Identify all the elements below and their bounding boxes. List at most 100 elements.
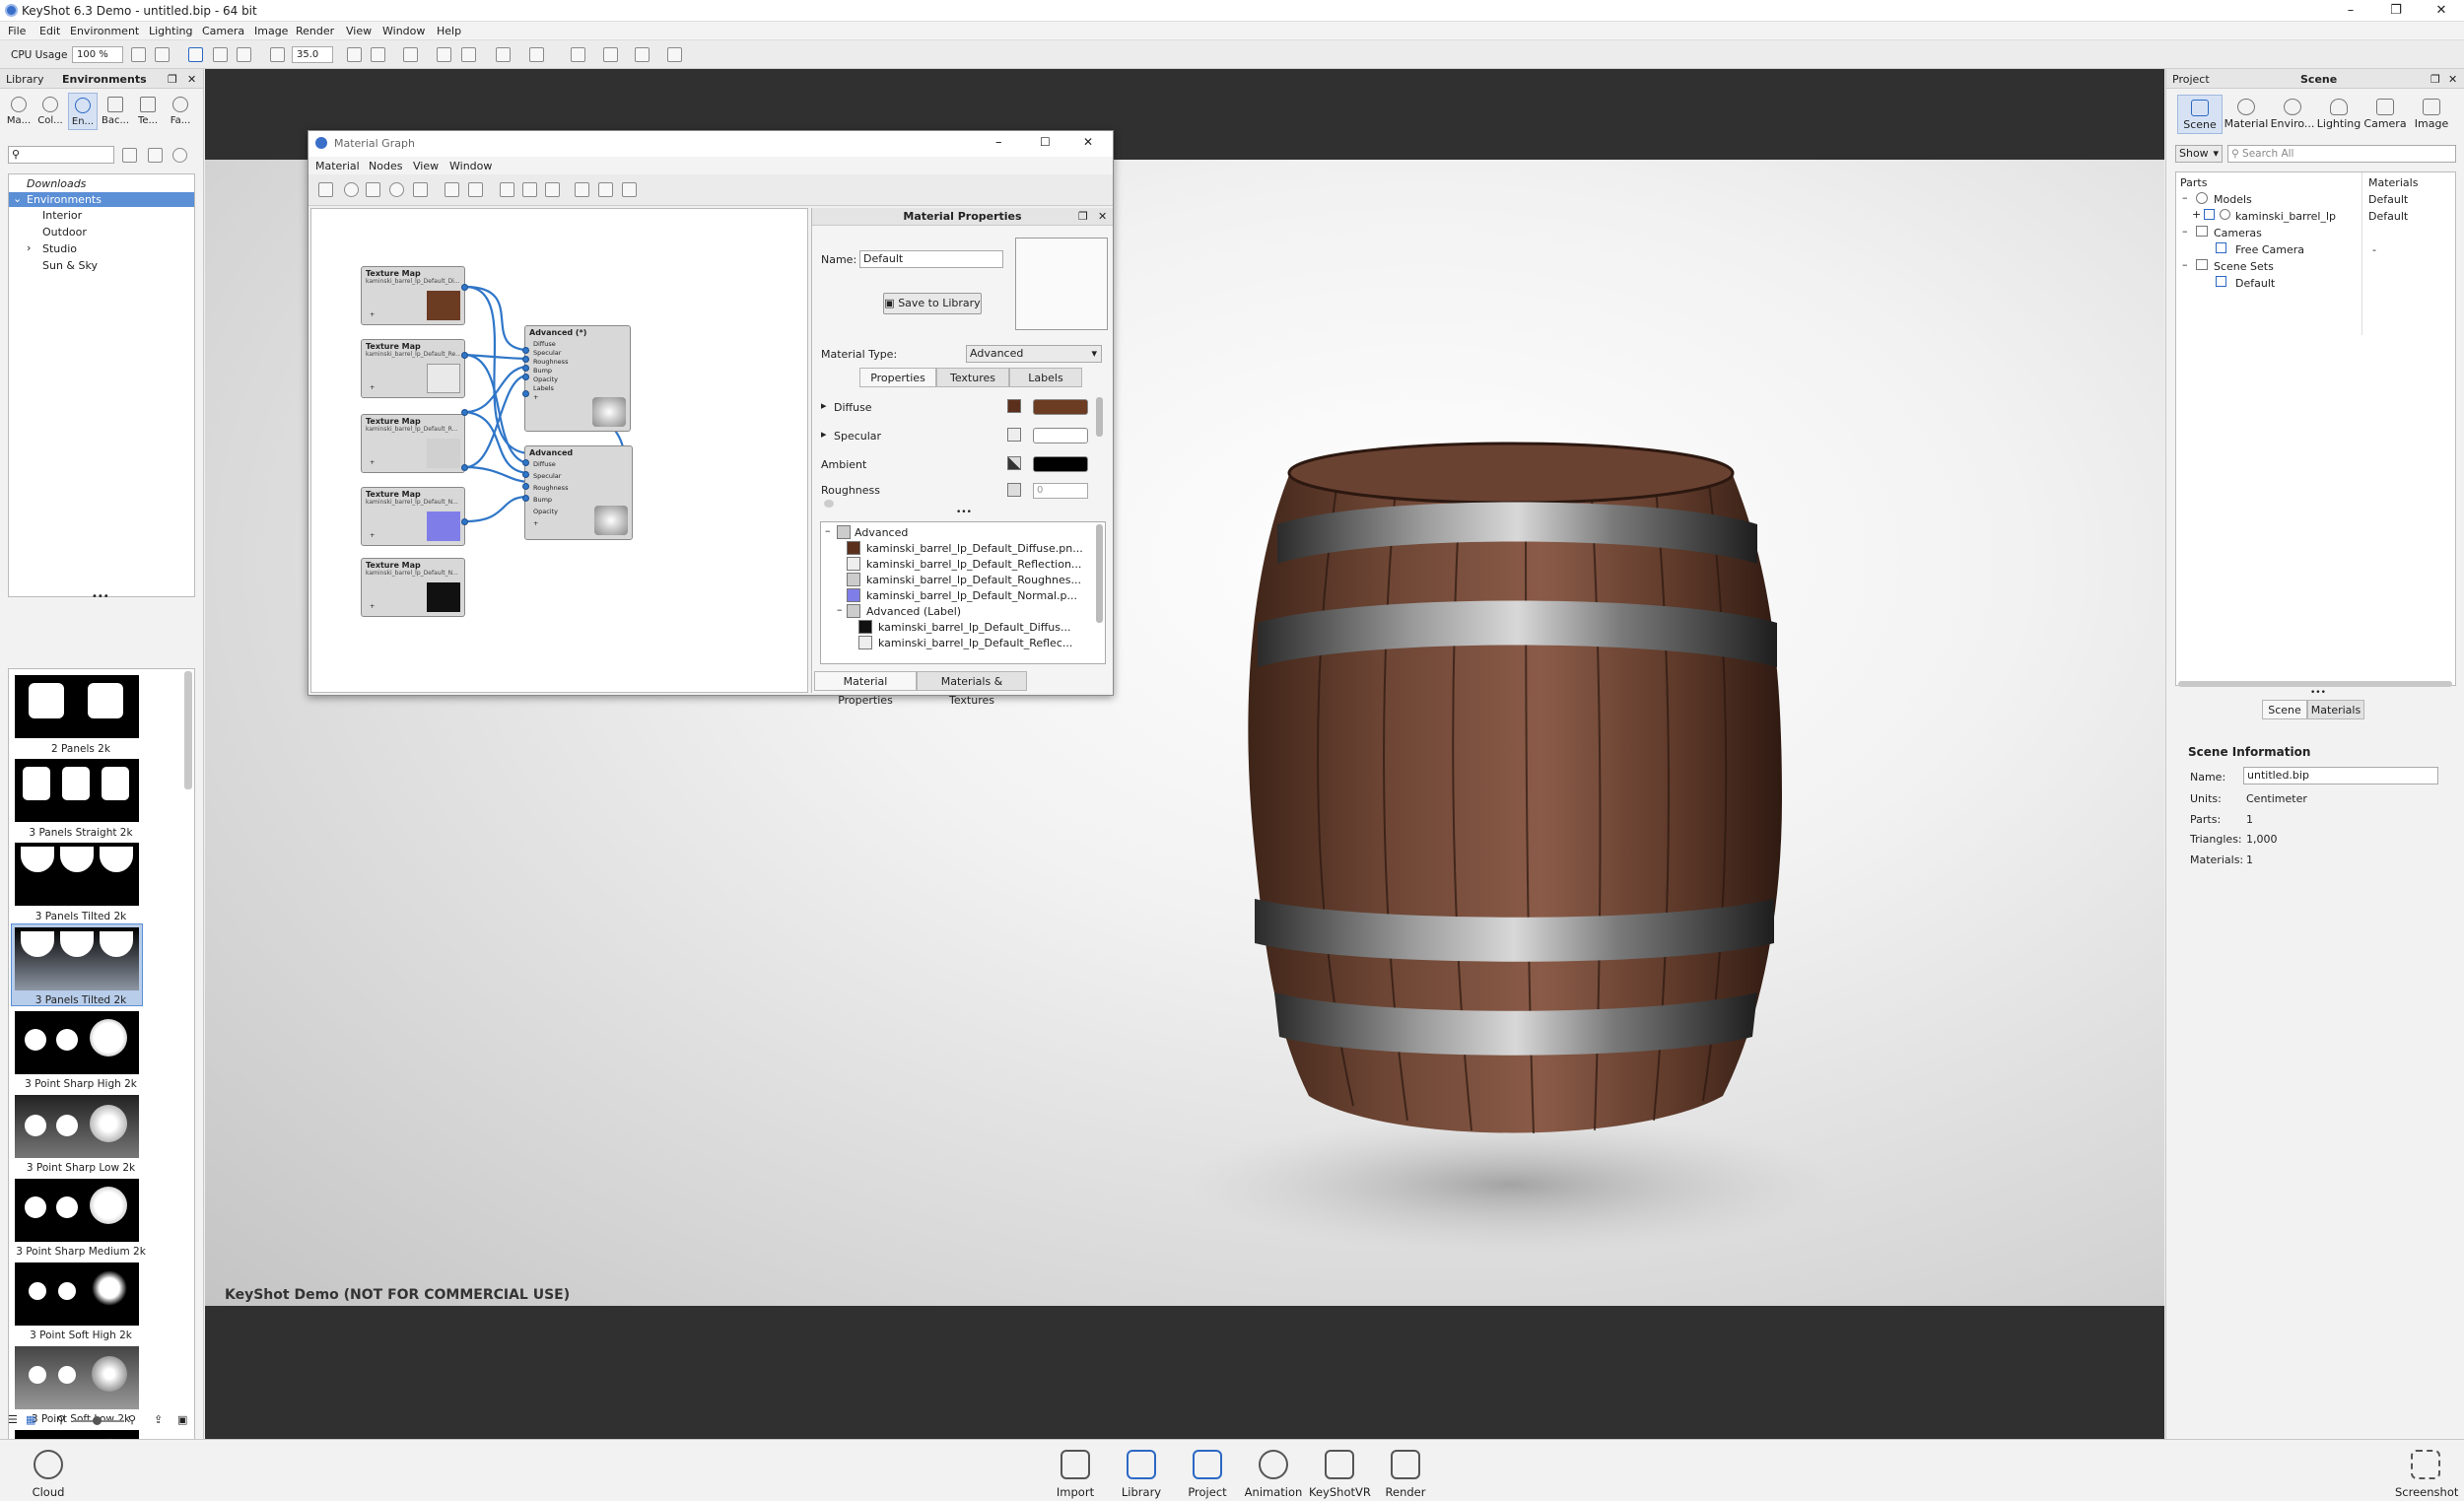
input-port[interactable] <box>522 483 529 490</box>
tab-material-properties[interactable]: Material Properties <box>814 671 917 707</box>
expand-icon[interactable]: + <box>2192 208 2201 221</box>
screen-icon[interactable] <box>603 47 618 62</box>
list-item[interactable]: kaminski_barrel_lp_Default_Normal.p... <box>866 589 1077 602</box>
thumb-2-panels[interactable] <box>15 675 139 738</box>
collapse-icon[interactable]: – <box>2182 225 2188 238</box>
animation-button[interactable]: Animation <box>1243 1450 1304 1499</box>
import-button[interactable]: Import <box>1045 1450 1106 1499</box>
menu-help[interactable]: Help <box>437 25 461 37</box>
minimize-button[interactable]: – <box>2328 0 2373 22</box>
diffuse-color-swatch[interactable] <box>1033 399 1088 415</box>
splitter-handle[interactable]: ••• <box>2310 688 2326 698</box>
fit-view-icon[interactable] <box>598 182 613 197</box>
roughness-slider[interactable] <box>824 500 834 508</box>
move-tool-icon[interactable] <box>347 47 362 62</box>
tree-scene-sets[interactable]: Scene Sets <box>2214 260 2274 273</box>
close-panel-icon[interactable]: ✕ <box>187 73 196 86</box>
delete-icon[interactable] <box>468 182 483 197</box>
mg-menu-view[interactable]: View <box>413 160 439 172</box>
thumbnail-scrollbar[interactable] <box>184 671 192 789</box>
fov-input[interactable]: 35.0 <box>292 46 333 63</box>
tree-models[interactable]: Models <box>2214 193 2252 206</box>
ambient-color-swatch[interactable] <box>1033 456 1088 472</box>
sliders-icon[interactable] <box>461 47 476 62</box>
thumb-3-point-sharp-medium[interactable] <box>15 1179 139 1242</box>
list-item[interactable]: kaminski_barrel_lp_Default_Reflection... <box>866 558 1081 571</box>
material-graph-titlebar[interactable]: Material Graph – ☐ ✕ <box>308 131 1113 157</box>
thumb-3-point-soft-high[interactable] <box>15 1262 139 1326</box>
thumb-3-panels-straight[interactable] <box>15 759 139 822</box>
texture-map-node[interactable]: Texture Map kaminski_barrel_lp_Default_R… <box>361 339 465 398</box>
menu-render[interactable]: Render <box>296 25 334 37</box>
material-name-input[interactable]: Default <box>859 250 1003 268</box>
save-icon[interactable] <box>318 182 333 197</box>
specular-color-swatch[interactable] <box>1033 428 1088 443</box>
advanced-material-node[interactable]: Advanced (*) Diffuse Specular Roughness … <box>524 325 631 432</box>
geometry-icon[interactable] <box>403 47 418 62</box>
add-folder-icon[interactable] <box>122 148 137 163</box>
scene-search-input[interactable]: ⚲ Search All <box>2227 145 2456 163</box>
node-link-icon[interactable] <box>500 182 514 197</box>
tab-labels[interactable]: Labels <box>1009 368 1082 387</box>
collapse-icon[interactable]: – <box>2182 191 2188 204</box>
output-port[interactable] <box>461 464 468 471</box>
import-arrow-icon[interactable] <box>237 47 251 62</box>
texture-map-node[interactable]: Texture Map kaminski_barrel_lp_Default_N… <box>361 558 465 617</box>
tab-environment[interactable]: Enviro... <box>2270 95 2315 134</box>
tree-cameras[interactable]: Cameras <box>2214 227 2262 239</box>
library-button[interactable]: Library <box>1111 1450 1172 1499</box>
maximize-button[interactable]: ❐ <box>2373 0 2419 22</box>
tab-environments[interactable]: En... <box>68 93 98 130</box>
texture-map-node[interactable]: Texture Map kaminski_barrel_lp_Default_N… <box>361 487 465 546</box>
material-type-select[interactable]: Advanced ▾ <box>966 345 1102 363</box>
menu-lighting[interactable]: Lighting <box>149 25 192 37</box>
mg-menu-window[interactable]: Window <box>449 160 492 172</box>
tab-scene[interactable]: Scene <box>2177 95 2223 134</box>
close-button[interactable]: ✕ <box>2419 0 2464 22</box>
thumb-3-panels-tilted-selected[interactable] <box>15 927 139 990</box>
refresh-icon[interactable] <box>188 47 203 62</box>
input-port[interactable] <box>522 374 529 380</box>
mg-close-button[interactable]: ✕ <box>1083 135 1093 149</box>
output-port[interactable] <box>461 518 468 525</box>
close-panel-icon[interactable]: ✕ <box>1098 210 1107 223</box>
tree-free-camera[interactable]: Free Camera <box>2235 243 2304 256</box>
input-port[interactable] <box>522 495 529 502</box>
thumbnail-size-slider[interactable] <box>73 1416 124 1425</box>
thumb-3-point-soft-low[interactable] <box>15 1346 139 1409</box>
menu-view[interactable]: View <box>346 25 372 37</box>
texture-map-node[interactable]: Texture Map kaminski_barrel_lp_Default_D… <box>361 266 465 325</box>
menu-edit[interactable]: Edit <box>39 25 60 37</box>
scene-name-input[interactable]: untitled.bip <box>2243 767 2438 785</box>
texture-icon[interactable] <box>366 182 380 197</box>
list-item[interactable]: kaminski_barrel_lp_Default_Diffuse.pn... <box>866 542 1083 555</box>
tree-scene-set-default[interactable]: Default <box>2235 277 2275 290</box>
shield-icon[interactable] <box>571 47 585 62</box>
collapse-icon[interactable]: – <box>825 524 831 537</box>
sliders-icon[interactable] <box>413 182 428 197</box>
input-port[interactable] <box>522 347 529 354</box>
expand-arrow-icon[interactable]: ▸ <box>821 428 827 441</box>
mg-menu-material[interactable]: Material <box>315 160 360 172</box>
collapse-icon[interactable]: – <box>837 603 843 616</box>
tab-properties[interactable]: Properties <box>859 368 936 387</box>
tree-scrollbar[interactable] <box>2178 681 2452 687</box>
camera-orbit-icon[interactable] <box>635 47 650 62</box>
tab-textures[interactable]: Te... <box>133 93 163 130</box>
list-item[interactable]: kaminski_barrel_lp_Default_Roughnes... <box>866 574 1081 586</box>
tab-materials[interactable]: Ma... <box>4 93 34 130</box>
output-port[interactable] <box>461 352 468 359</box>
list-item[interactable]: kaminski_barrel_lp_Default_Reflec... <box>878 637 1072 649</box>
folder-icon[interactable] <box>148 148 163 163</box>
menu-file[interactable]: File <box>8 25 26 37</box>
texture-map-node[interactable]: Texture Map kaminski_barrel_lp_Default_R… <box>361 414 465 473</box>
list-item[interactable]: kaminski_barrel_lp_Default_Diffus... <box>878 621 1071 634</box>
tab-image[interactable]: Image <box>2409 95 2454 134</box>
splitter-handle[interactable]: ••• <box>92 591 109 602</box>
properties-scrollbar[interactable] <box>1096 397 1103 437</box>
tree-outdoor[interactable]: Outdoor <box>42 226 87 239</box>
tree-studio[interactable]: Studio <box>42 242 77 255</box>
list-scrollbar[interactable] <box>1096 524 1103 623</box>
copy-icon[interactable] <box>445 182 459 197</box>
clone-icon[interactable] <box>529 47 544 62</box>
